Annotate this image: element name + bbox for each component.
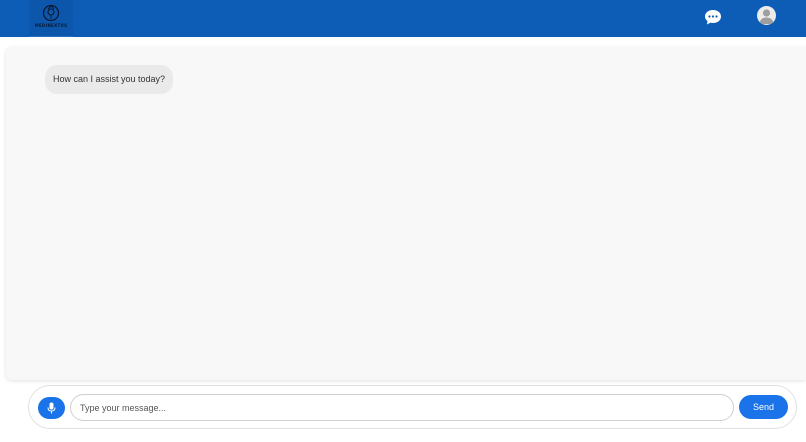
logo-emblem-icon (42, 4, 60, 22)
bot-message-bubble: How can I assist you today? (45, 65, 174, 94)
message-input[interactable] (70, 394, 734, 421)
send-button[interactable]: Send (739, 395, 788, 419)
top-navbar: MEDINEXTUS (0, 0, 806, 37)
chat-messages-panel[interactable]: How can I assist you today? (6, 47, 806, 380)
user-avatar-icon[interactable] (757, 6, 776, 25)
microphone-button[interactable] (38, 397, 65, 419)
microphone-icon (47, 402, 56, 414)
message-composer: Send (28, 385, 797, 429)
logo-text: MEDINEXTUS (34, 23, 68, 28)
chat-bubble-dots-icon[interactable] (704, 8, 722, 26)
brand-logo[interactable]: MEDINEXTUS (29, 0, 73, 37)
